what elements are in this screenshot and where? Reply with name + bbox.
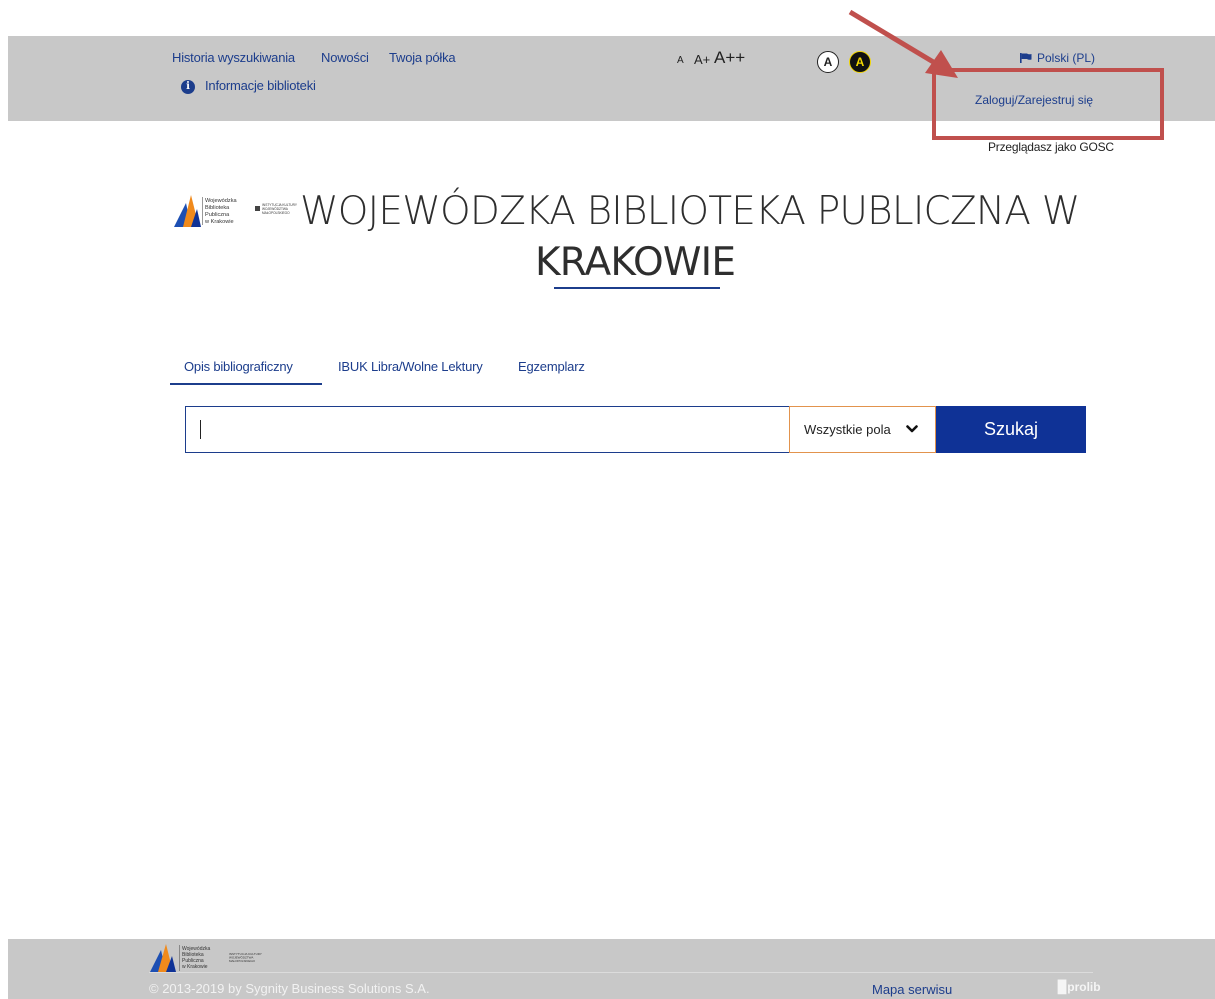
library-title-line1: WOJEWÓDZKA BIBLIOTEKA PUBLICZNA W [300, 189, 1080, 234]
chevron-down-icon [906, 425, 918, 433]
search-input[interactable] [185, 406, 790, 453]
annotation-highlight-box [932, 68, 1164, 140]
nav-my-shelf-link[interactable]: Twoja półka [389, 50, 456, 65]
svg-text:Publiczna: Publiczna [205, 212, 230, 218]
text-caret [200, 420, 201, 439]
search-button[interactable]: Szukaj [936, 406, 1086, 453]
library-title-line2: KRAKOWIE [535, 240, 736, 285]
prolib-brand-logo: ▉prolib [1058, 980, 1101, 994]
active-tab-indicator [170, 383, 322, 385]
tab-bibliographic-description[interactable]: Opis bibliograficzny [184, 359, 293, 374]
flag-icon [1020, 53, 1032, 63]
nav-new-items-link[interactable]: Nowości [321, 50, 369, 65]
sitemap-link[interactable]: Mapa serwisu [872, 982, 952, 997]
footer-divider [149, 972, 1093, 973]
footer-logo: Wojewódzka Biblioteka Publiczna w Krakow… [150, 944, 262, 972]
svg-text:Wojewódzka: Wojewódzka [205, 198, 237, 204]
svg-text:MAŁOPOLSKIEGO: MAŁOPOLSKIEGO [229, 959, 256, 963]
svg-text:w Krakowie: w Krakowie [204, 219, 234, 225]
svg-text:Biblioteka: Biblioteka [205, 205, 230, 211]
copyright-text: © 2013-2019 by Sygnity Business Solution… [149, 981, 430, 996]
library-info-link[interactable]: Informacje biblioteki [205, 78, 316, 93]
contrast-normal-button[interactable]: A [817, 51, 839, 73]
guest-status-text: Przeglądasz jako GOSC [988, 140, 1114, 154]
font-size-xlarge-button[interactable]: A++ [714, 48, 745, 68]
language-link[interactable]: Polski (PL) [1037, 51, 1095, 65]
svg-text:MAŁOPOLSKIEGO: MAŁOPOLSKIEGO [262, 211, 290, 215]
font-size-large-button[interactable]: A+ [694, 52, 710, 67]
prolib-brand-text: prolib [1067, 980, 1101, 994]
search-field-label: Wszystkie pola [804, 422, 891, 437]
library-logo[interactable]: Wojewódzka Biblioteka Publiczna w Krakow… [172, 193, 297, 229]
tab-copy[interactable]: Egzemplarz [518, 359, 585, 374]
nav-search-history-link[interactable]: Historia wyszukiwania [172, 50, 295, 65]
font-size-normal-button[interactable]: A [677, 55, 684, 66]
svg-text:w Krakowie: w Krakowie [182, 964, 208, 970]
contrast-high-button[interactable]: A [849, 51, 871, 73]
info-icon: i [181, 80, 195, 94]
tab-ibuk-libra[interactable]: IBUK Libra/Wolne Lektury [338, 359, 483, 374]
title-underline [554, 287, 720, 289]
